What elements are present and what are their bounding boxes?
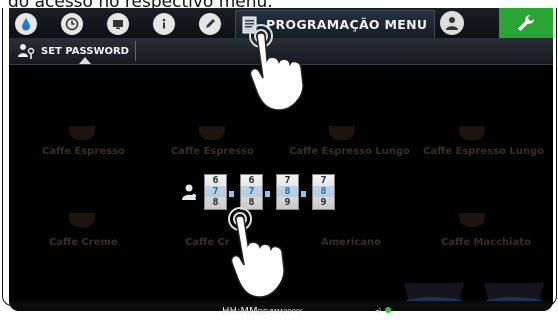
time-date-display: HH:MMDD/MM/YYYY bbox=[222, 306, 302, 317]
drink-label: Caffe Espresso Lungo bbox=[423, 146, 545, 157]
touch-hand-icon bbox=[228, 207, 285, 298]
pencil-button[interactable] bbox=[197, 11, 223, 37]
digit-next: 9 bbox=[320, 197, 327, 208]
tab-set-password-label: SET PASSWORD bbox=[41, 45, 129, 57]
digit-current: 7 bbox=[248, 186, 255, 197]
user-icon bbox=[446, 17, 458, 30]
digit-prev: 6 bbox=[248, 175, 255, 186]
info-button[interactable] bbox=[151, 11, 177, 37]
status-dot-icon bbox=[385, 307, 392, 313]
date-format: DD/MM/YYYY bbox=[257, 308, 303, 316]
drink-label: Caffe Cr bbox=[185, 237, 230, 248]
password-digit-roller[interactable]: 7 8 9 bbox=[312, 174, 335, 210]
volume-indicator: ◂) bbox=[375, 307, 392, 315]
digit-separator bbox=[265, 191, 270, 197]
drink-label: Caffe Espresso bbox=[171, 146, 254, 157]
digit-current: 8 bbox=[320, 186, 327, 197]
tab-set-password[interactable]: SET PASSWORD bbox=[17, 41, 136, 61]
drink-cup-icon bbox=[329, 126, 355, 140]
wrench-button[interactable] bbox=[499, 8, 553, 38]
water-drop-icon bbox=[15, 13, 37, 35]
drink-cup-icon bbox=[459, 213, 485, 227]
clock-icon bbox=[61, 13, 83, 35]
user-key-icon bbox=[18, 44, 35, 59]
drink-label: Caffe Espresso bbox=[42, 146, 125, 157]
drink-cup-icon bbox=[459, 126, 485, 140]
touch-hand-icon bbox=[249, 24, 304, 111]
drink-label: Caffe Espresso Lungo bbox=[289, 146, 411, 157]
drink-cup-icon bbox=[69, 213, 95, 227]
digit-prev: 6 bbox=[212, 175, 219, 186]
digit-current: 7 bbox=[212, 186, 219, 197]
digit-current: 8 bbox=[284, 186, 291, 197]
digit-separator bbox=[301, 191, 306, 197]
digit-separator bbox=[229, 191, 234, 197]
monitor-button[interactable] bbox=[105, 11, 131, 37]
drink-cup-icon bbox=[199, 126, 225, 140]
time-format: HH:MM bbox=[222, 306, 258, 317]
drink-label: Caffe Macchiato bbox=[441, 237, 531, 248]
clock-button[interactable] bbox=[59, 11, 85, 37]
user-button[interactable] bbox=[440, 11, 464, 35]
active-tab-caret bbox=[79, 57, 91, 64]
digit-prev: 7 bbox=[284, 175, 291, 186]
drink-label: Americano bbox=[321, 237, 381, 248]
wrench-icon bbox=[518, 14, 535, 31]
water-drop-button[interactable] bbox=[13, 11, 39, 37]
volume-icon: ◂) bbox=[375, 307, 382, 315]
user-icon bbox=[182, 184, 196, 200]
pencil-icon bbox=[199, 13, 221, 35]
drink-cup-icon bbox=[69, 126, 95, 140]
device-screen: PROGRAMAÇÃO MENU SET PASSWORD Caffe Espr… bbox=[9, 8, 553, 311]
digit-prev: 7 bbox=[320, 175, 327, 186]
monitor-icon bbox=[107, 13, 129, 35]
info-icon bbox=[153, 13, 175, 35]
digit-next: 8 bbox=[212, 197, 219, 208]
drink-label: Caffe Creme bbox=[49, 237, 118, 248]
password-digit-roller[interactable]: 6 7 8 bbox=[204, 174, 234, 210]
